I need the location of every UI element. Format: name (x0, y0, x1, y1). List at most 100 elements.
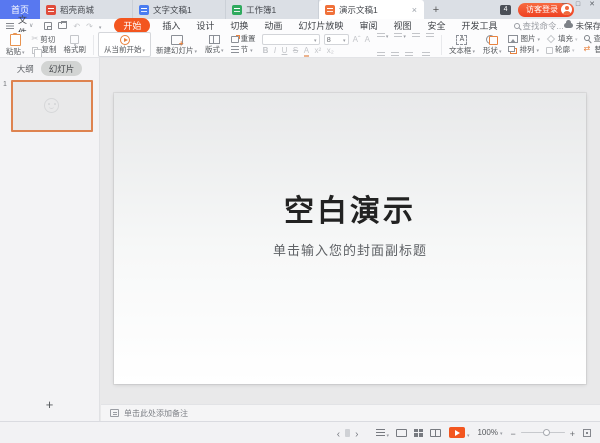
tab-presentation-active[interactable]: 演示文稿1 (319, 0, 424, 19)
tab-view[interactable]: 视图 (385, 19, 419, 32)
tab-security[interactable]: 安全 (419, 19, 453, 32)
zoom-track[interactable] (521, 432, 565, 434)
shapes-button[interactable]: 形状 (480, 35, 505, 55)
paste-button[interactable]: 粘贴 (3, 34, 28, 56)
find-button[interactable]: 查找 (584, 35, 600, 43)
replace-icon (584, 46, 593, 54)
layout-label: 版式 (205, 46, 220, 54)
slide-sorter-icon[interactable] (414, 429, 423, 437)
line-spacing-button[interactable] (405, 47, 417, 59)
caret-icon[interactable] (467, 424, 470, 442)
close-tab-icon[interactable] (412, 5, 417, 15)
minimize-icon[interactable] (562, 1, 567, 8)
play-from-current-button[interactable]: 从当前开始 (98, 32, 151, 57)
add-slide-button[interactable]: + (0, 398, 99, 411)
slide-thumbnail[interactable] (11, 80, 93, 132)
caret-icon (537, 35, 540, 43)
numbered-list-icon (394, 32, 402, 37)
strikethrough-button[interactable]: S (293, 47, 298, 55)
increase-indent-icon (426, 32, 434, 37)
reading-view-icon[interactable] (430, 429, 441, 437)
play-slideshow-button[interactable] (449, 427, 465, 438)
undo-icon[interactable] (73, 21, 80, 31)
tab-start[interactable]: 开始 (114, 18, 150, 33)
slide-canvas[interactable]: 空白演示 单击输入您的封面副标题 (114, 93, 586, 384)
increase-font-icon[interactable] (353, 36, 361, 44)
tab-review[interactable]: 审阅 (351, 19, 385, 32)
zoom-in-icon[interactable] (570, 424, 575, 442)
slide-tools-group: 重置 节 (229, 35, 258, 54)
new-tab-button[interactable]: + (424, 0, 448, 19)
tab-animation[interactable]: 动画 (256, 19, 290, 32)
increase-indent-button[interactable] (426, 32, 434, 37)
redo-icon[interactable] (86, 21, 93, 31)
maximize-icon[interactable] (576, 1, 580, 8)
cut-button[interactable]: 剪切 (32, 35, 57, 43)
outline-button[interactable]: 轮廓 (546, 46, 578, 54)
notes-bar[interactable]: 单击此处添加备注 (101, 404, 600, 421)
notification-badge[interactable]: 4 (500, 5, 511, 15)
replace-button[interactable]: 替换 (584, 46, 600, 54)
slide-subtitle[interactable]: 单击输入您的封面副标题 (114, 240, 586, 259)
save-status-label: 未保存 (576, 20, 600, 32)
numbered-list-button[interactable] (394, 32, 406, 43)
copy-button[interactable]: 复制 (32, 46, 57, 54)
tab-outline[interactable]: 大纲 (17, 63, 34, 75)
tab-spreadsheet[interactable]: 工作簿1 (226, 0, 319, 19)
fit-slide-icon[interactable] (583, 429, 591, 437)
paste-icon (10, 34, 21, 46)
normal-view-icon[interactable] (396, 429, 407, 437)
section-icon (231, 46, 239, 53)
arrange-button[interactable]: 排列 (508, 46, 540, 54)
arrange-icon (508, 46, 515, 52)
tab-slideshow[interactable]: 幻灯片放映 (290, 19, 351, 32)
columns-button[interactable] (422, 47, 434, 59)
print-icon[interactable] (58, 22, 67, 29)
save-status[interactable]: 未保存 (564, 20, 600, 32)
save-icon[interactable] (44, 22, 52, 30)
underline-button[interactable]: U (282, 47, 288, 55)
font-size-select[interactable]: 8 (324, 34, 349, 45)
reset-button[interactable]: 重置 (231, 35, 256, 43)
decrease-font-icon[interactable] (365, 36, 370, 44)
tab-devtools[interactable]: 开发工具 (453, 19, 505, 32)
caret-icon[interactable] (99, 21, 102, 31)
italic-button[interactable]: I (274, 47, 276, 55)
tab-design[interactable]: 设计 (188, 19, 222, 32)
tab-slides[interactable]: 幻灯片 (41, 61, 83, 76)
font-color-button[interactable]: A (304, 47, 309, 55)
tab-writer-doc[interactable]: 文字文稿1 (133, 0, 226, 19)
decrease-indent-button[interactable] (412, 32, 420, 37)
slide-title[interactable]: 空白演示 (114, 186, 586, 230)
tab-transition[interactable]: 切换 (222, 19, 256, 32)
new-slide-button[interactable]: 新建幻灯片 (153, 35, 200, 55)
picture-button[interactable]: 图片 (508, 35, 540, 43)
slide-nav (337, 424, 359, 442)
bold-button[interactable]: B (263, 47, 269, 55)
subscript-button[interactable]: x₂ (327, 47, 334, 55)
clipboard-group: 剪切 复制 (30, 35, 59, 54)
writer-icon (139, 5, 149, 15)
tab-docer-mall[interactable]: 稻壳商城 (40, 0, 133, 19)
command-search[interactable]: 查找命令... (514, 20, 564, 32)
hamburger-icon[interactable] (6, 23, 14, 29)
font-family-select[interactable] (262, 34, 320, 45)
layout-button[interactable]: 版式 (202, 35, 227, 54)
next-slide-icon[interactable] (355, 424, 358, 442)
bullet-list-button[interactable] (377, 32, 389, 43)
caret-icon (343, 35, 346, 44)
zoom-out-icon[interactable] (510, 424, 515, 442)
section-button[interactable]: 节 (231, 46, 256, 54)
notes-toggle-button[interactable] (376, 424, 389, 442)
arrange-label: 排列 (519, 46, 534, 54)
format-painter-button[interactable]: 格式刷 (61, 35, 90, 54)
fill-button[interactable]: 填充 (546, 35, 578, 43)
tab-insert[interactable]: 插入 (154, 19, 188, 32)
zoom-level[interactable]: 100% (477, 428, 502, 437)
superscript-button[interactable]: x² (315, 47, 322, 55)
previous-slide-icon[interactable] (337, 424, 340, 442)
spreadsheet-icon (232, 5, 242, 15)
textbox-button[interactable]: 文本框 (446, 35, 478, 55)
zoom-handle[interactable] (543, 429, 550, 436)
close-window-icon[interactable] (589, 1, 595, 8)
